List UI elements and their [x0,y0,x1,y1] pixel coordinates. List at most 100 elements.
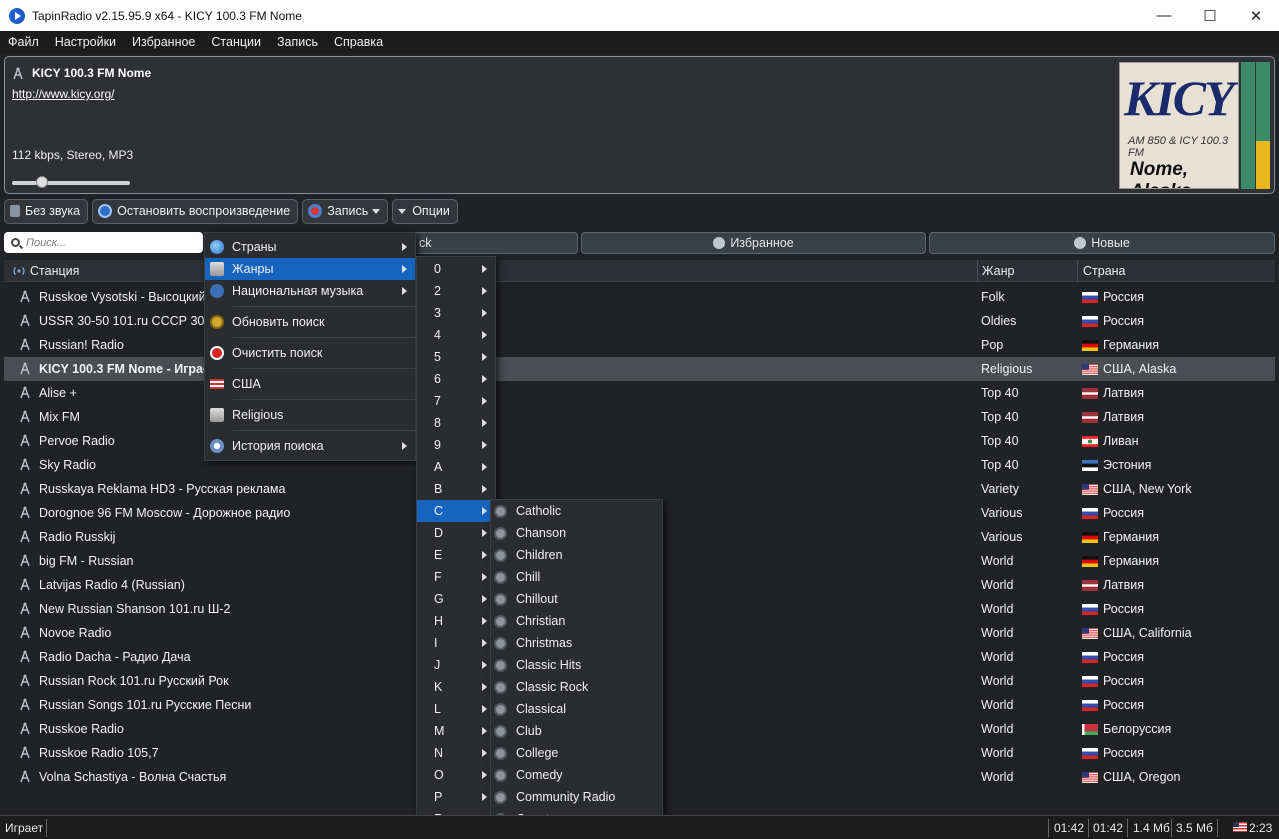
genre-item[interactable]: College [491,742,662,764]
antenna-icon [20,746,30,759]
context-menu-item[interactable]: Religious [205,404,415,426]
volume-slider-thumb[interactable] [35,176,48,188]
table-row[interactable]: Russkoe Vysotski - Высоцкий Folk Россия [4,285,1275,309]
column-station[interactable]: Станция [7,260,79,282]
genre-item[interactable]: Christian [491,610,662,632]
genre-item[interactable]: Chanson [491,522,662,544]
context-menu-item[interactable]: Национальная музыка [205,280,415,302]
station-genre: World [981,698,1014,712]
genre-letter-item[interactable]: L [417,698,495,720]
genre-item[interactable]: Christmas [491,632,662,654]
genre-letter-item[interactable]: H [417,610,495,632]
column-genre[interactable]: Жанр [977,260,1015,282]
letter-label: 3 [434,306,441,320]
station-genre: Various [981,506,1023,520]
genre-letter-item[interactable]: 0 [417,258,495,280]
genre-letter-item[interactable]: I [417,632,495,654]
menu-separator [233,306,415,307]
genre-item[interactable]: Children [491,544,662,566]
table-row[interactable]: KICY 100.3 FM Nome - Играет Religious США,… [4,357,1275,381]
minimize-button[interactable]: — [1141,0,1187,31]
station-url-link[interactable]: http://www.kicy.org/ [12,87,114,101]
menu-settings[interactable]: Настройки [47,35,124,49]
genre-letter-item[interactable]: 6 [417,368,495,390]
tab-search[interactable]: ck [404,232,578,254]
search-context-menu: Страны Жанры Национальная музыка Обновить п… [204,232,416,461]
table-row[interactable]: USSR 30-50 101.ru СССР 30- Oldies Россия [4,309,1275,333]
station-name: Russkaya Reklama HD3 - Русская реклама [39,482,286,496]
genre-label: Classic Hits [516,658,582,672]
genre-letter-item[interactable]: B [417,478,495,500]
genre-item[interactable]: Classical [491,698,662,720]
genre-item[interactable]: Community Radio [491,786,662,808]
menu-record[interactable]: Запись [269,35,326,49]
letter-label: E [434,548,443,562]
table-row[interactable]: Sky Radio Top 40 Эстония [4,453,1275,477]
search-input[interactable]: Поиск... [4,232,203,253]
maximize-button[interactable]: ☐ [1187,0,1233,31]
menu-file[interactable]: Файл [0,35,47,49]
genre-label: Christian [516,614,566,628]
genre-letter-item[interactable]: G [417,588,495,610]
genre-letter-item[interactable]: 7 [417,390,495,412]
mute-button[interactable]: Без звука [4,198,89,224]
station-genre: Top 40 [981,410,1019,424]
record-button[interactable]: Запись [302,198,389,224]
genre-letter-item[interactable]: N [417,742,495,764]
context-menu-item[interactable]: США [205,373,415,395]
genre-item[interactable]: Comedy [491,764,662,786]
genre-letter-item[interactable]: 3 [417,302,495,324]
context-menu-item[interactable]: Очистить поиск [205,342,415,364]
chevron-right-icon [482,793,487,801]
genre-letter-item[interactable]: 4 [417,324,495,346]
station-country: Эстония [1103,458,1152,472]
station-name: big FM - Russian [39,554,134,568]
menu-favorites[interactable]: Избранное [124,35,203,49]
context-menu-item[interactable]: Обновить поиск [205,311,415,333]
genre-letter-item[interactable]: C [417,500,495,522]
context-menu-item[interactable]: Страны [205,236,415,258]
genre-item[interactable]: Classic Hits [491,654,662,676]
genre-letter-item[interactable]: F [417,566,495,588]
stop-playback-button[interactable]: Остановить воспроизведение [92,198,299,224]
table-row[interactable]: Pervoe Radio Top 40 Ливан [4,429,1275,453]
genre-letter-item[interactable]: O [417,764,495,786]
genre-letter-item[interactable]: 2 [417,280,495,302]
genre-item[interactable]: Chill [491,566,662,588]
chevron-down-icon[interactable] [372,208,381,214]
table-row[interactable]: Mix FM Top 40 Латвия [4,405,1275,429]
table-row[interactable]: Russian! Radio Pop Германия [4,333,1275,357]
tab-new[interactable]: Новые [929,232,1275,254]
genre-letter-item[interactable]: P [417,786,495,808]
genre-letter-item[interactable]: E [417,544,495,566]
genre-letter-item[interactable]: K [417,676,495,698]
genre-item[interactable]: Classic Rock [491,676,662,698]
genre-letter-item[interactable]: J [417,654,495,676]
menu-stations[interactable]: Станции [203,35,269,49]
genre-letter-item[interactable]: A [417,456,495,478]
station-country: Ливан [1103,434,1139,448]
context-menu-item[interactable]: Жанры [205,258,415,280]
station-name: Pervoe Radio [39,434,115,448]
tab-favorites[interactable]: Избранное [581,232,926,254]
station-genre: Top 40 [981,434,1019,448]
chevron-right-icon [482,331,487,339]
letter-label: K [434,680,443,694]
genre-letter-item[interactable]: 9 [417,434,495,456]
context-menu-item[interactable]: История поиска [205,435,415,457]
close-button[interactable]: ✕ [1233,0,1279,31]
genre-item[interactable]: Club [491,720,662,742]
volume-slider-track[interactable] [12,181,130,185]
table-row[interactable]: Alise + Top 40 Латвия [4,381,1275,405]
chevron-right-icon [482,639,487,647]
genre-letter-item[interactable]: D [417,522,495,544]
genre-item[interactable]: Catholic [491,500,662,522]
column-country[interactable]: Страна [1078,260,1126,282]
genre-letter-item[interactable]: 8 [417,412,495,434]
options-button[interactable]: Опции [392,198,458,224]
menu-help[interactable]: Справка [326,35,391,49]
genre-item[interactable]: Chillout [491,588,662,610]
genre-letter-item[interactable]: M [417,720,495,742]
genre-letter-item[interactable]: 5 [417,346,495,368]
table-row[interactable]: Russkaya Reklama HD3 - Русская реклама Va… [4,477,1275,501]
